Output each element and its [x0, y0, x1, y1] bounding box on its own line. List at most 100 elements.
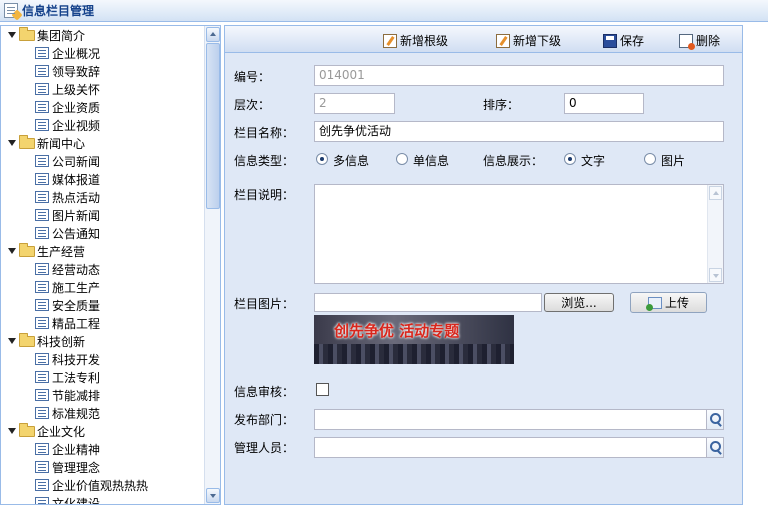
document-list-icon [35, 101, 49, 113]
document-list-icon [35, 155, 49, 167]
tree-item[interactable]: 管理理念 [35, 458, 100, 476]
document-list-icon [35, 209, 49, 221]
add-root-button[interactable]: 新增根级 [383, 32, 448, 49]
tree-item[interactable]: 企业视频 [35, 116, 100, 134]
type-label: 信息类型： [234, 154, 295, 168]
folder-open-icon [19, 242, 35, 257]
edit-panel: 新增根级 新增下级 保存 删除 编号： 014001 层次： 2 排序： 0 栏… [224, 25, 743, 505]
tree-item[interactable]: 上级关怀 [35, 80, 100, 98]
folder-open-icon [19, 26, 35, 41]
tree-scrollbar[interactable] [204, 26, 220, 504]
level-label: 层次： [234, 98, 271, 112]
tree-item[interactable]: 热点活动 [35, 188, 100, 206]
collapse-arrow-icon[interactable] [7, 31, 16, 40]
tree-group[interactable]: 生产经营 [7, 242, 85, 260]
folder-open-icon [19, 422, 35, 437]
desc-scrollbar[interactable] [707, 185, 723, 283]
save-button[interactable]: 保存 [603, 32, 644, 49]
document-list-icon [35, 65, 49, 77]
type-multi-radio[interactable] [316, 153, 328, 165]
code-label: 编号： [234, 70, 271, 84]
floppy-disk-icon [603, 33, 617, 48]
tree-item[interactable]: 文化建设 [35, 494, 100, 504]
type-single-label: 单信息 [413, 154, 450, 168]
tree-item[interactable]: 工法专利 [35, 368, 100, 386]
tree-item[interactable]: 经营动态 [35, 260, 100, 278]
browse-button[interactable]: 浏览... [544, 293, 614, 312]
document-list-icon [35, 407, 49, 419]
tree-item[interactable]: 企业概况 [35, 44, 100, 62]
tree-item[interactable]: 施工生产 [35, 278, 100, 296]
tree-item[interactable]: 领导致辞 [35, 62, 100, 80]
collapse-arrow-icon[interactable] [7, 247, 16, 256]
document-list-icon [35, 119, 49, 131]
manager-field[interactable] [314, 437, 707, 458]
document-list-icon [35, 317, 49, 329]
scroll-down-arrow-icon[interactable] [709, 268, 722, 282]
banner-text: 创先争优 活动专题 [334, 322, 460, 340]
edit-note-icon [383, 33, 397, 48]
document-list-icon [35, 443, 49, 455]
document-list-icon [35, 227, 49, 239]
display-image-radio[interactable] [644, 153, 656, 165]
document-list-icon [35, 83, 49, 95]
tree-group[interactable]: 企业文化 [7, 422, 85, 440]
upload-button[interactable]: 上传 [630, 292, 707, 313]
document-list-icon [35, 263, 49, 275]
folder-open-icon [19, 134, 35, 149]
dept-label: 发布部门： [234, 413, 295, 427]
toolbar: 新增根级 新增下级 保存 删除 [225, 26, 742, 53]
tree-item[interactable]: 媒体报道 [35, 170, 100, 188]
display-text-radio[interactable] [564, 153, 576, 165]
collapse-arrow-icon[interactable] [7, 139, 16, 148]
scroll-down-arrow-icon[interactable] [206, 488, 220, 503]
tree-item[interactable]: 企业精神 [35, 440, 100, 458]
tree-item[interactable]: 标准规范 [35, 404, 100, 422]
dept-search-icon[interactable] [707, 409, 724, 430]
window-title: 信息栏目管理 [22, 4, 95, 18]
document-list-icon [35, 191, 49, 203]
tree-item[interactable]: 企业资质 [35, 98, 100, 116]
document-list-icon [35, 173, 49, 185]
manager-search-icon[interactable] [707, 437, 724, 458]
order-label: 排序： [483, 98, 520, 112]
desc-label: 栏目说明： [234, 188, 295, 202]
scroll-thumb[interactable] [206, 43, 220, 209]
tree-item[interactable]: 图片新闻 [35, 206, 100, 224]
tree-group[interactable]: 科技创新 [7, 332, 85, 350]
type-single-radio[interactable] [396, 153, 408, 165]
manager-label: 管理人员： [234, 441, 295, 455]
collapse-arrow-icon[interactable] [7, 427, 16, 436]
image-path-field[interactable] [314, 293, 542, 312]
tree-group[interactable]: 集团简介 [7, 26, 85, 44]
tree-item[interactable]: 科技开发 [35, 350, 100, 368]
delete-button[interactable]: 删除 [679, 32, 720, 50]
document-list-icon [35, 353, 49, 365]
audit-label: 信息审核： [234, 385, 295, 399]
dept-field[interactable] [314, 409, 707, 430]
tree-group[interactable]: 新闻中心 [7, 134, 85, 152]
name-field[interactable]: 创先争优活动 [314, 121, 724, 142]
tree-item[interactable]: 企业价值观热热热 [35, 476, 148, 494]
scroll-up-arrow-icon[interactable] [709, 186, 722, 200]
add-child-button[interactable]: 新增下级 [496, 32, 561, 49]
document-list-icon [35, 299, 49, 311]
tree-item[interactable]: 公告通知 [35, 224, 100, 242]
document-list-icon [35, 389, 49, 401]
order-field[interactable]: 0 [564, 93, 644, 114]
tree-item[interactable]: 安全质量 [35, 296, 100, 314]
edit-note-icon [496, 33, 510, 48]
delete-icon [679, 33, 695, 50]
tree-item[interactable]: 节能减排 [35, 386, 100, 404]
tree-item[interactable]: 精品工程 [35, 314, 100, 332]
collapse-arrow-icon[interactable] [7, 337, 16, 346]
audit-checkbox[interactable] [316, 383, 329, 396]
tree-viewport: 集团简介 企业概况 领导致辞 上级关怀 企业资质 企业视频 新闻中心 公司新闻 媒体报道 热点活动… [1, 26, 205, 504]
document-list-icon [35, 371, 49, 383]
category-image-preview: 创先争优 活动专题 [314, 315, 514, 364]
scroll-up-arrow-icon[interactable] [206, 27, 220, 42]
tree-item[interactable]: 公司新闻 [35, 152, 100, 170]
level-field: 2 [314, 93, 395, 114]
image-label: 栏目图片： [234, 297, 295, 311]
desc-textarea[interactable] [314, 184, 724, 284]
